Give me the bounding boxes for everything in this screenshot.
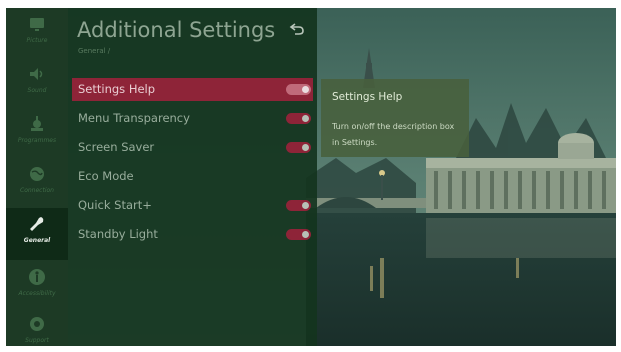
rail-item-programmes[interactable]: Programmes <box>6 108 68 156</box>
toggle-knob <box>302 202 309 209</box>
toggle-knob <box>302 115 309 122</box>
setting-row-quick-start[interactable]: Quick Start+ <box>72 194 313 217</box>
rail-item-label: Accessibility <box>18 290 56 297</box>
rail-item-label: General <box>23 237 51 244</box>
globe-icon <box>30 167 44 181</box>
rail-item-label: Sound <box>27 87 47 94</box>
support-icon <box>30 317 44 331</box>
rail-item-general[interactable]: General <box>6 208 68 260</box>
setting-row-standby-light[interactable]: Standby Light <box>72 223 313 246</box>
speaker-icon <box>30 68 43 80</box>
setting-row-settings-help[interactable]: Settings Help <box>72 78 313 101</box>
setting-row-eco-mode[interactable]: Eco Mode <box>72 165 313 188</box>
toggle-switch[interactable] <box>286 200 311 211</box>
accessibility-icon <box>29 269 45 285</box>
settings-panel: Additional Settings General / Settings H… <box>68 8 317 346</box>
rail-item-accessibility[interactable]: Accessibility <box>6 261 68 309</box>
setting-label: Quick Start+ <box>78 198 152 212</box>
category-rail: Picture Sound Programmes Connection Gene… <box>6 8 68 346</box>
help-text: Turn on/off the description box in Setti… <box>332 122 455 147</box>
rail-item-picture[interactable]: Picture <box>6 8 68 56</box>
setting-row-menu-transparency[interactable]: Menu Transparency <box>72 107 313 130</box>
rail-item-label: Support <box>25 337 49 344</box>
setting-label: Settings Help <box>78 82 156 96</box>
rail-item-support[interactable]: Support <box>6 308 68 346</box>
setting-label: Screen Saver <box>78 140 155 154</box>
setting-label: Eco Mode <box>78 169 134 183</box>
rail-item-sound[interactable]: Sound <box>6 58 68 106</box>
antenna-icon <box>31 116 43 131</box>
page-title: Additional Settings <box>77 18 276 42</box>
toggle-switch[interactable] <box>286 229 311 240</box>
back-arrow-icon[interactable] <box>289 22 305 36</box>
toggle-switch[interactable] <box>286 142 311 153</box>
toggle-knob <box>302 144 309 151</box>
breadcrumb: General / <box>78 47 111 55</box>
toggle-switch[interactable] <box>286 113 311 124</box>
rail-item-label: Picture <box>26 37 48 44</box>
picture-icon <box>30 18 44 31</box>
toggle-knob <box>302 231 309 238</box>
tv-screen: Picture Sound Programmes Connection Gene… <box>6 8 616 346</box>
toggle-knob <box>302 86 309 93</box>
setting-row-screen-saver[interactable]: Screen Saver <box>72 136 313 159</box>
toggle-switch[interactable] <box>286 84 311 95</box>
rail-item-label: Programmes <box>17 137 57 144</box>
help-title: Settings Help <box>332 91 403 103</box>
rail-item-label: Connection <box>20 187 54 194</box>
help-description-box: Settings Help Turn on/off the descriptio… <box>321 79 469 157</box>
rail-item-connection[interactable]: Connection <box>6 158 68 206</box>
setting-label: Menu Transparency <box>78 111 190 125</box>
wrench-icon <box>30 217 44 231</box>
setting-label: Standby Light <box>78 227 158 241</box>
